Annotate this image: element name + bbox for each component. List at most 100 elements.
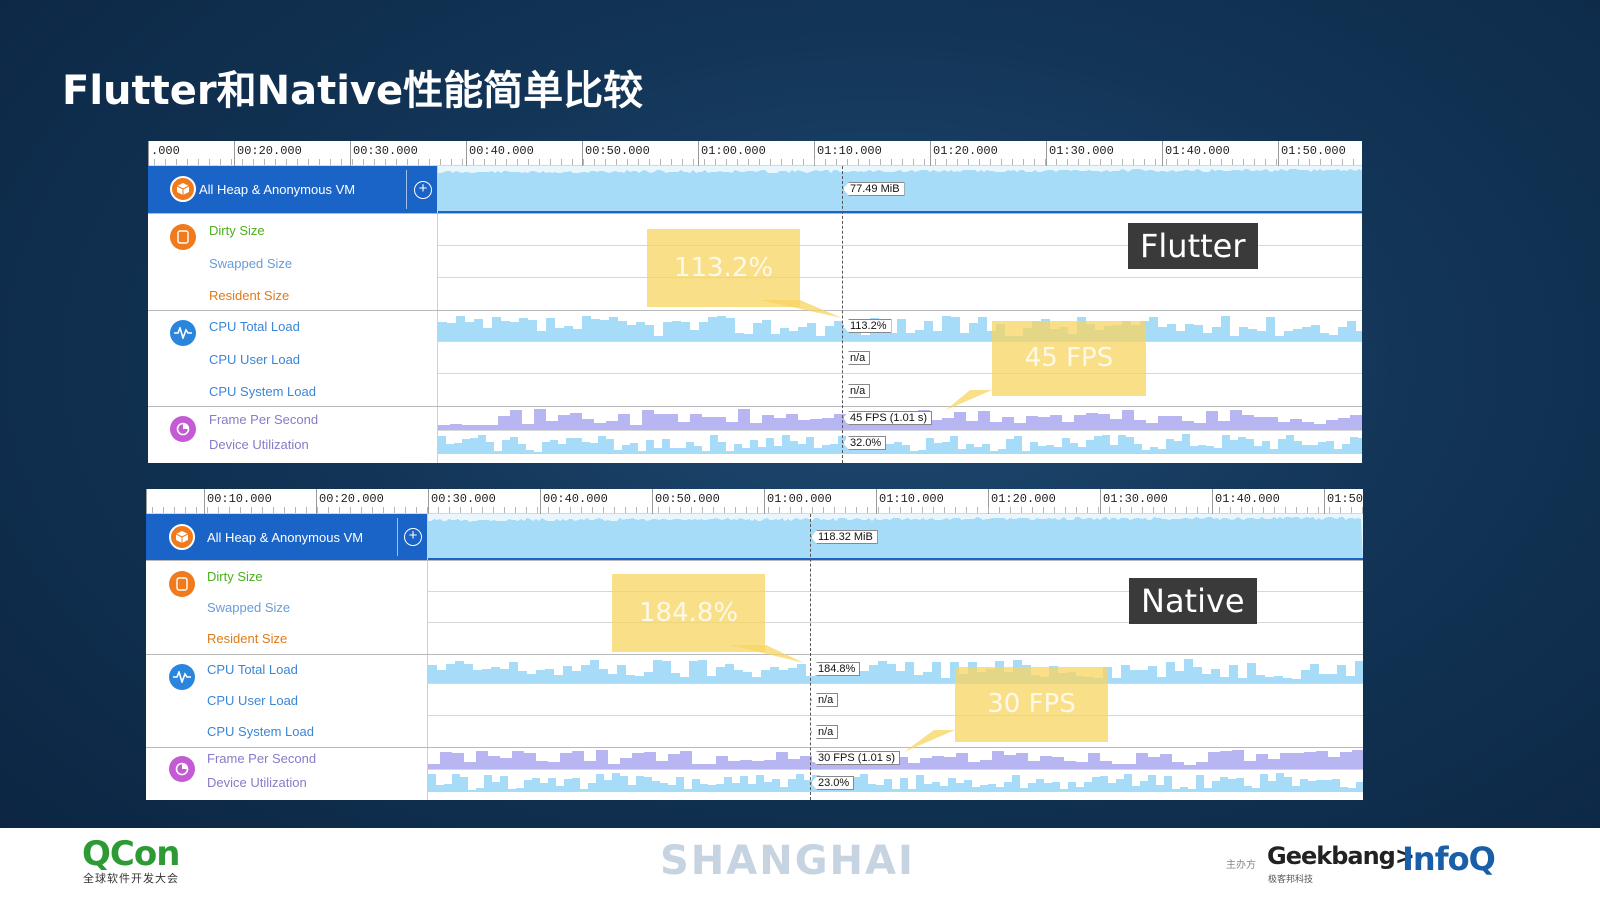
- add-track-icon[interactable]: +: [404, 528, 422, 546]
- ruler-minor-tick: [550, 159, 551, 165]
- device-track[interactable]: [428, 770, 1363, 792]
- ruler-minor-tick: [724, 507, 725, 513]
- ruler-minor-tick: [935, 159, 936, 165]
- activity-monitor-icon: [169, 664, 195, 690]
- heap-row-separator: [406, 170, 407, 209]
- cpu-total-track[interactable]: [428, 655, 1363, 683]
- vm-tracker-icon: [170, 224, 196, 250]
- ruler-minor-tick: [748, 159, 749, 165]
- ruler-minor-tick: [1254, 159, 1255, 165]
- heap-value-label: 118.32 MiB: [811, 530, 878, 544]
- swapped-size-label[interactable]: Swapped Size: [209, 256, 292, 271]
- ruler-minor-tick: [1001, 159, 1002, 165]
- ruler-tick-label: 01:00.000: [698, 141, 766, 166]
- ruler-minor-tick: [328, 507, 329, 513]
- ruler-minor-tick: [1331, 159, 1332, 165]
- ruler-minor-tick: [1263, 507, 1264, 513]
- ruler-minor-tick: [625, 507, 626, 513]
- swapped-size-label[interactable]: Swapped Size: [207, 600, 290, 615]
- qcon-subtitle: 全球软件开发大会: [83, 872, 179, 885]
- ruler-minor-tick: [680, 507, 681, 513]
- ruler-tick-label: [146, 489, 149, 514]
- ruler-minor-tick: [1241, 507, 1242, 513]
- ruler-minor-tick: [416, 507, 417, 513]
- ruler-minor-tick: [427, 507, 428, 513]
- dirty-size-label[interactable]: Dirty Size: [209, 223, 265, 238]
- resident-size-label[interactable]: Resident Size: [209, 288, 289, 303]
- ruler-minor-tick: [726, 159, 727, 165]
- timeline-ruler[interactable]: .000 00:20.000 00:30.000 00:40.000 00:50.000…: [148, 141, 1362, 166]
- ruler-minor-tick: [999, 507, 1000, 513]
- ruler-minor-tick: [482, 507, 483, 513]
- ruler-minor-tick: [1199, 159, 1200, 165]
- cpu-user-load-label[interactable]: CPU User Load: [209, 352, 300, 367]
- ruler-tick-label: 01:20.000: [930, 141, 998, 166]
- ruler-minor-tick: [658, 507, 659, 513]
- ruler-minor-tick: [889, 507, 890, 513]
- ruler-minor-tick: [561, 159, 562, 165]
- fps-callout: 30 FPS: [955, 667, 1108, 742]
- inspection-cursor[interactable]: [810, 514, 811, 800]
- frame-per-second-label[interactable]: Frame Per Second: [207, 751, 316, 766]
- add-track-icon[interactable]: +: [414, 181, 432, 199]
- device-track[interactable]: [438, 431, 1362, 454]
- device-utilization-label[interactable]: Device Utilization: [209, 437, 309, 452]
- device-utilization-label[interactable]: Device Utilization: [207, 775, 307, 790]
- ruler-minor-tick: [570, 507, 571, 513]
- cpu-user-load-label[interactable]: CPU User Load: [207, 693, 298, 708]
- ruler-minor-tick: [1076, 507, 1077, 513]
- ruler-minor-tick: [1122, 159, 1123, 165]
- ruler-minor-tick: [548, 507, 549, 513]
- ruler-minor-tick: [847, 159, 848, 165]
- ruler-minor-tick: [1054, 507, 1055, 513]
- cpu-system-load-label[interactable]: CPU System Load: [207, 724, 314, 739]
- ruler-minor-tick: [1023, 159, 1024, 165]
- dirty-size-label[interactable]: Dirty Size: [207, 569, 263, 584]
- frame-per-second-label[interactable]: Frame Per Second: [209, 412, 318, 427]
- ruler-minor-tick: [814, 159, 815, 165]
- ruler-minor-tick: [1021, 507, 1022, 513]
- ruler-minor-tick: [308, 159, 309, 165]
- heap-row[interactable]: All Heap & Anonymous VM +: [148, 166, 437, 213]
- ruler-minor-tick: [1109, 507, 1110, 513]
- ruler-tick-label: 01:30.000: [1100, 489, 1168, 514]
- cpu-total-track[interactable]: [438, 311, 1362, 341]
- timeline-ruler[interactable]: 00:10.000 00:20.000 00:30.000 00:40.000 00:5…: [146, 489, 1363, 514]
- ruler-minor-tick: [1318, 507, 1319, 513]
- ruler-minor-tick: [484, 159, 485, 165]
- ruler-minor-tick: [638, 159, 639, 165]
- ruler-minor-tick: [460, 507, 461, 513]
- ruler-minor-tick: [1309, 159, 1310, 165]
- cpu-system-load-label[interactable]: CPU System Load: [209, 384, 316, 399]
- ruler-minor-tick: [251, 507, 252, 513]
- ruler-minor-tick: [405, 507, 406, 513]
- ruler-minor-tick: [869, 159, 870, 165]
- ruler-minor-tick: [1056, 159, 1057, 165]
- ruler-minor-tick: [262, 507, 263, 513]
- ruler-minor-tick: [900, 507, 901, 513]
- ruler-minor-tick: [1155, 159, 1156, 165]
- ruler-minor-tick: [671, 159, 672, 165]
- cpu-total-load-label[interactable]: CPU Total Load: [209, 319, 300, 334]
- cpu-system-value-label: n/a: [843, 384, 871, 398]
- ruler-minor-tick: [339, 507, 340, 513]
- cpu-total-value-label: 113.2%: [843, 319, 892, 333]
- heap-track[interactable]: [428, 514, 1363, 560]
- ruler-minor-tick: [636, 507, 637, 513]
- ruler-minor-tick: [1230, 507, 1231, 513]
- instrument-sidebar: All Heap & Anonymous VM + Dirty Size Swa…: [148, 166, 438, 463]
- resident-size-label[interactable]: Resident Size: [207, 631, 287, 646]
- ruler-minor-tick: [902, 159, 903, 165]
- ruler-minor-tick: [594, 159, 595, 165]
- ruler-minor-tick: [517, 159, 518, 165]
- heap-row[interactable]: All Heap & Anonymous VM +: [146, 514, 427, 560]
- ruler-minor-tick: [1208, 507, 1209, 513]
- ruler-tick-label: 01:40.000: [1162, 141, 1230, 166]
- ruler-minor-tick: [361, 507, 362, 513]
- cpu-total-load-label[interactable]: CPU Total Load: [207, 662, 298, 677]
- ruler-minor-tick: [1232, 159, 1233, 165]
- ruler-minor-tick: [1265, 159, 1266, 165]
- ruler-minor-tick: [1296, 507, 1297, 513]
- ruler-minor-tick: [715, 159, 716, 165]
- ruler-minor-tick: [473, 159, 474, 165]
